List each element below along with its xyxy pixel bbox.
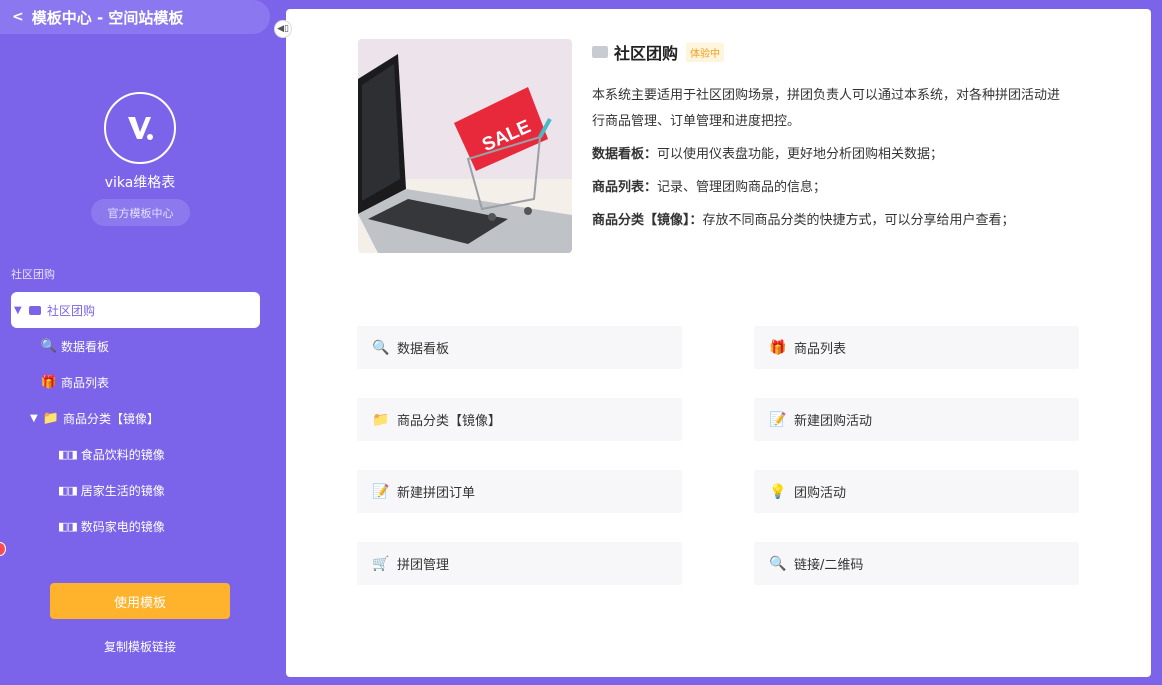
main-panel: SALE 社区团购 体验中 本系统主要适用于社区团购场景，拼团负责人可以通过本系…	[286, 9, 1151, 677]
mirror-icon: ◧◨	[58, 447, 78, 461]
intro-desc-item-text: 可以使用仪表盘功能，更好地分析团购相关数据；	[657, 147, 944, 162]
node-tree: ▼ 社区团购 🔍 数据看板 🎁 商品列表 ▼ 📁 商品分类【镜像】 ◧◨ 食品饮…	[11, 292, 260, 544]
intro-desc-item: 商品列表：记录、管理团购商品的信息；	[592, 175, 1062, 201]
tree-item-food-mirror[interactable]: ◧◨ 食品饮料的镜像	[11, 436, 260, 472]
tree-item-community-group-buy[interactable]: ▼ 社区团购	[11, 292, 260, 328]
tree-item-label: 数码家电的镜像	[80, 519, 165, 534]
gift-icon: 🎁	[769, 339, 787, 356]
card-group-management[interactable]: 🛒 拼团管理	[357, 542, 682, 585]
intro-desc-item: 商品分类【镜像】：存放不同商品分类的快捷方式，可以分享给用户查看；	[592, 208, 1062, 234]
use-template-button[interactable]: 使用模板	[50, 583, 230, 619]
card-label: 新建拼团订单	[397, 486, 476, 501]
folder-icon	[592, 46, 608, 58]
intro-desc-item-label: 商品列表：	[592, 180, 658, 195]
intro-description: 本系统主要适用于社区团购场景，拼团负责人可以通过本系统，对各种拼团活动进行商品管…	[592, 83, 1062, 267]
magnifier-icon: 🔍	[40, 338, 58, 354]
card-new-group-order[interactable]: 📝 新建拼团订单	[357, 470, 682, 513]
expand-arrow-icon[interactable]: ▼	[14, 305, 24, 316]
section-title: 社区团购	[11, 268, 55, 281]
card-link-qrcode[interactable]: 🔍 链接/二维码	[754, 542, 1079, 585]
card-label: 商品分类【镜像】	[397, 414, 502, 429]
tree-item-label: 居家生活的镜像	[80, 483, 165, 498]
memo-icon: 📝	[769, 411, 787, 428]
tree-item-home-mirror[interactable]: ◧◨ 居家生活的镜像	[11, 472, 260, 508]
tree-item-label: 社区团购	[47, 303, 96, 318]
lightbulb-icon: 💡	[769, 483, 787, 500]
folder-icon	[27, 303, 43, 317]
card-label: 团购活动	[794, 486, 847, 501]
card-new-group-activity[interactable]: 📝 新建团购活动	[754, 398, 1079, 441]
brand-name: vika维格表	[104, 175, 176, 191]
intro-desc-item-text: 存放不同商品分类的快捷方式，可以分享给用户查看；	[702, 213, 1015, 228]
notification-dot[interactable]	[0, 542, 6, 556]
laptop-sale-cart-image: SALE	[358, 39, 572, 253]
card-label: 新建团购活动	[794, 414, 873, 429]
intro-desc-item-text: 记录、管理团购商品的信息；	[657, 180, 827, 195]
tree-item-label: 数据看板	[61, 339, 110, 354]
official-badge[interactable]: 官方模板中心	[91, 199, 190, 226]
trial-tag: 体验中	[686, 42, 725, 62]
intro-desc-main: 本系统主要适用于社区团购场景，拼团负责人可以通过本系统，对各种拼团活动进行商品管…	[592, 88, 1061, 129]
intro-desc-item-label: 商品分类【镜像】：	[592, 213, 703, 228]
avatar	[104, 92, 176, 164]
header-title: 模板中心 - 空间站模板	[31, 8, 184, 27]
memo-icon: 📝	[372, 483, 390, 500]
vika-logo-icon	[128, 117, 153, 140]
card-label: 商品列表	[794, 342, 847, 357]
magnifier-icon: 🔍	[372, 339, 390, 356]
folder-icon: 📁	[42, 410, 60, 426]
tree-item-digital-mirror[interactable]: ◧◨ 数码家电的镜像	[11, 508, 260, 544]
intro-desc-item: 数据看板：可以使用仪表盘功能，更好地分析团购相关数据；	[592, 142, 1062, 168]
magnifier-icon: 🔍	[769, 555, 787, 572]
folder-icon: 📁	[372, 411, 390, 428]
tree-item-dashboard[interactable]: 🔍 数据看板	[11, 328, 260, 364]
cart-icon: 🛒	[372, 555, 390, 572]
card-label: 拼团管理	[397, 558, 450, 573]
intro-title: 社区团购 体验中	[592, 39, 1062, 65]
mirror-icon: ◧◨	[58, 519, 78, 533]
expand-arrow-icon[interactable]: ▼	[30, 413, 40, 424]
intro-desc-item-label: 数据看板：	[592, 147, 658, 162]
card-product-category[interactable]: 📁 商品分类【镜像】	[357, 398, 682, 441]
mirror-icon: ◧◨	[58, 483, 78, 497]
card-group-activity[interactable]: 💡 团购活动	[754, 470, 1079, 513]
tree-item-label: 食品饮料的镜像	[80, 447, 165, 462]
card-label: 数据看板	[397, 342, 450, 357]
template-intro: 社区团购 体验中 本系统主要适用于社区团购场景，拼团负责人可以通过本系统，对各种…	[592, 39, 1062, 267]
tree-item-product-category[interactable]: ▼ 📁 商品分类【镜像】	[11, 400, 260, 436]
tree-item-product-list[interactable]: 🎁 商品列表	[11, 364, 260, 400]
chevron-left-icon[interactable]: <	[12, 9, 24, 25]
tree-item-label: 商品列表	[61, 375, 110, 390]
sidebar: < 模板中心 - 空间站模板 vika维格表 官方模板中心 社区团购 ▼ 社区团…	[0, 0, 280, 685]
template-header[interactable]: < 模板中心 - 空间站模板	[0, 0, 270, 34]
card-label: 链接/二维码	[794, 558, 864, 573]
tree-item-label: 商品分类【镜像】	[63, 411, 160, 426]
intro-title-text: 社区团购	[614, 44, 679, 63]
collapse-sidebar-icon[interactable]: ◀▯	[274, 20, 292, 38]
card-product-list[interactable]: 🎁 商品列表	[754, 326, 1079, 369]
cover-image: SALE	[358, 39, 572, 253]
copy-template-link[interactable]: 复制模板链接	[0, 638, 280, 655]
card-dashboard[interactable]: 🔍 数据看板	[357, 326, 682, 369]
gift-icon: 🎁	[40, 374, 58, 390]
